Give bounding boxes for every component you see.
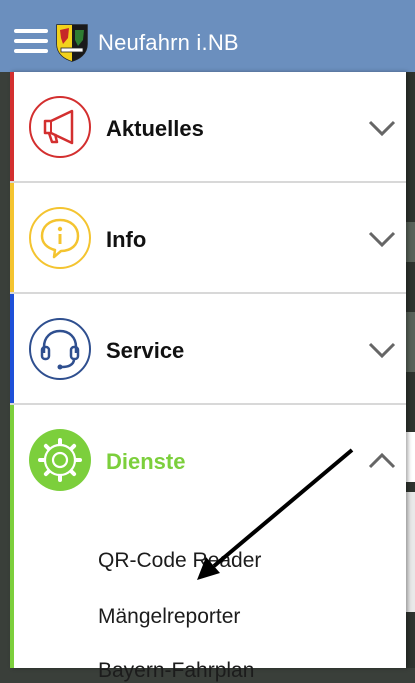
hamburger-menu-icon[interactable] bbox=[14, 29, 48, 55]
background-content bbox=[406, 72, 415, 668]
menu-section-service: Service bbox=[10, 294, 406, 405]
menu-label-aktuelles: Aktuelles bbox=[106, 116, 204, 141]
menu-row-dienste[interactable]: Dienste bbox=[10, 405, 406, 515]
navigation-drawer: Aktuelles Info Service Dienste QR-Code R… bbox=[10, 72, 406, 682]
headset-icon bbox=[29, 318, 91, 380]
submenu-item-maengelreporter[interactable]: Mängelreporter bbox=[98, 605, 240, 629]
menu-row-aktuelles[interactable]: Aktuelles bbox=[10, 72, 406, 182]
menu-section-dienste: Dienste QR-Code Reader Mängelreporter Ba… bbox=[10, 405, 406, 682]
chevron-down-icon[interactable] bbox=[368, 118, 396, 138]
menu-section-aktuelles: Aktuelles bbox=[10, 72, 406, 183]
menu-label-service: Service bbox=[106, 338, 185, 363]
chevron-down-icon[interactable] bbox=[368, 229, 396, 249]
megaphone-icon bbox=[29, 96, 91, 158]
chevron-down-icon[interactable] bbox=[368, 340, 396, 360]
submenu-item-qr-code-reader[interactable]: QR-Code Reader bbox=[98, 549, 261, 573]
menu-label-info: Info bbox=[106, 227, 147, 252]
menu-label-dienste: Dienste bbox=[106, 449, 186, 474]
submenu-item-bayern-fahrplan[interactable]: Bayern-Fahrplan bbox=[98, 659, 254, 683]
gear-icon bbox=[29, 429, 91, 491]
menu-row-info[interactable]: Info bbox=[10, 183, 406, 293]
menu-row-service[interactable]: Service bbox=[10, 294, 406, 404]
info-bubble-icon bbox=[29, 207, 91, 269]
app-bar: Neufahrn i.NB bbox=[0, 0, 415, 72]
chevron-up-icon[interactable] bbox=[368, 451, 396, 471]
municipal-coat-of-arms-icon bbox=[56, 24, 88, 62]
menu-section-info: Info bbox=[10, 183, 406, 294]
app-title: Neufahrn i.NB bbox=[98, 30, 239, 55]
